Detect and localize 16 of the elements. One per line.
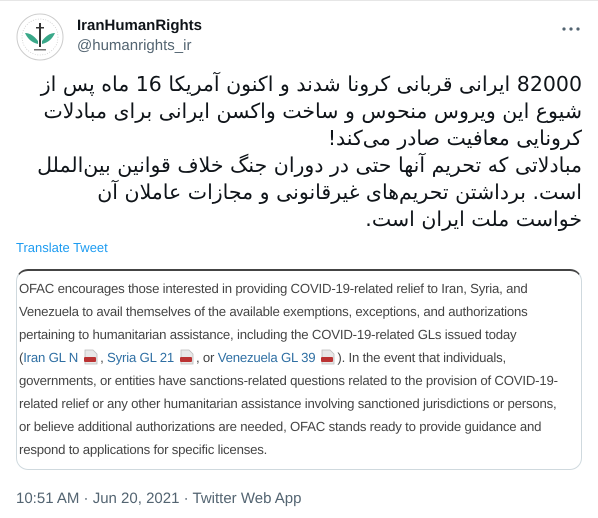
pdf-file-icon bbox=[84, 349, 98, 365]
document-paragraph: OFAC encourages those interested in providing COVID-19-related relief to Iran, Syria, and Venezuela to avail themselves of the available exemptions, exceptions, and authorizations pertaining to humanitarian assistance, including the COVID-19-related GLs issued today (Iran GL N , Syria GL 21 , or Venezuela GL 39 ). In the event that individuals, governments, or entities have sanctions-related questions related to the provision of COVID-19-related relief or any other humanitarian assistance involving sanctioned jurisdictions or persons, or believe additional authorizations are needed, OFAC stands ready to provide guidance and respond to applications for specific licenses. bbox=[19, 280, 559, 459]
tweet-text: مبادلاتی که تحریم آنها حتی در دوران جنگ خلاف قوانین بین‌الملل است. برداشتن تحریم‌های غیرقانونی و مجازات عاملان آن خواست ملت ایران است. bbox=[36, 152, 582, 233]
more-icon[interactable] bbox=[562, 27, 580, 31]
document-link[interactable]: Venezuela GL 39 bbox=[218, 350, 316, 365]
document-link[interactable]: Syria GL 21 bbox=[107, 350, 174, 365]
emblem-icon bbox=[16, 13, 64, 61]
document-link[interactable]: Iran GL N bbox=[23, 350, 78, 365]
author-handle[interactable]: @humanrights_ir bbox=[77, 37, 549, 54]
author-name[interactable]: IranHumanRights bbox=[77, 17, 549, 34]
tweet-text: 82000 ایرانی قربانی کرونا شدند و اکنون آمریکا 16 ماه پس از شیوع این ویروس منحوس و ساخت واکسن ایرانی برای مبادلات کرونایی معافیت صادر می‌کند! bbox=[38, 71, 582, 152]
translate-link[interactable]: Translate Tweet bbox=[16, 240, 108, 255]
pdf-file-icon bbox=[321, 349, 336, 365]
attached-image[interactable] bbox=[16, 269, 582, 470]
pdf-file-icon bbox=[180, 349, 194, 365]
timestamp[interactable]: 10:51 AM · Jun 20, 2021 · Twitter Web App bbox=[16, 490, 582, 507]
